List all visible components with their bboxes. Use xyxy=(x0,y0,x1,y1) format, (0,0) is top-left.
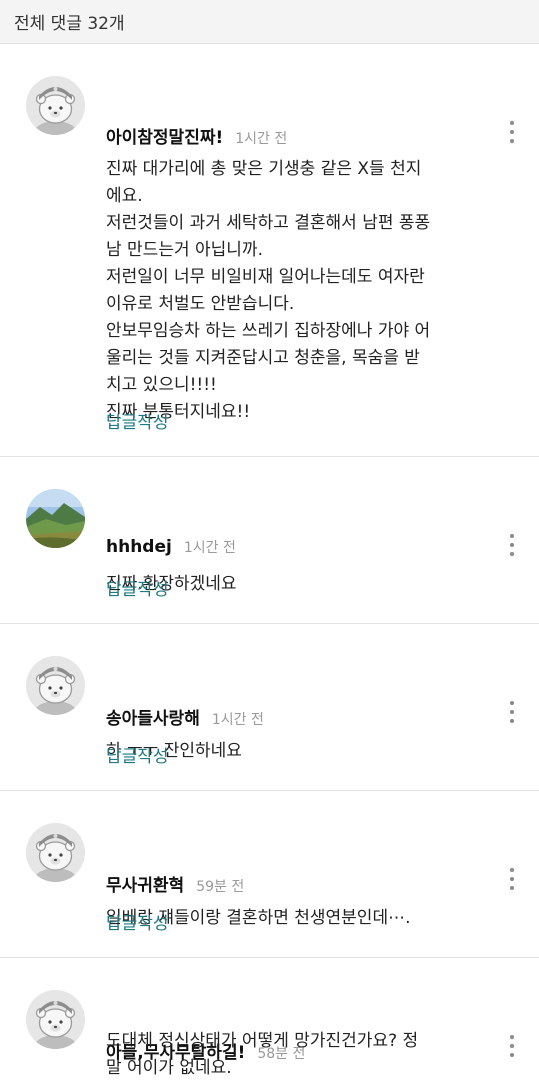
bear-soldier-avatar[interactable] xyxy=(26,656,85,715)
comment-line: 에요. xyxy=(106,186,143,206)
comment-item: hhhdej 1시간 전 진짜.환장하겠네요 답글작성 xyxy=(0,456,539,623)
more-options-icon[interactable] xyxy=(507,701,517,723)
comment-meta: 송아들사랑해 1시간 전 xyxy=(106,704,264,729)
comment-line: 남 만드는거 아닙니까. xyxy=(106,240,263,260)
comment-meta: 무사귀환혁 59분 전 xyxy=(106,871,244,896)
bear-soldier-avatar[interactable] xyxy=(26,76,85,135)
comment-item: 아들,무사무탈하길! 58분 전 도대체 정신상태가 어떻게 망가진건가요? 정… xyxy=(0,957,539,1088)
more-options-icon[interactable] xyxy=(507,1035,517,1057)
landscape-photo-avatar[interactable] xyxy=(26,489,85,548)
more-options-icon[interactable] xyxy=(507,868,517,890)
reply-button[interactable]: 답글작성 xyxy=(106,909,169,934)
bear-soldier-avatar[interactable] xyxy=(26,990,85,1049)
comment-body: 도대체 정신상태가 어떻게 망가진건가요? 정말 어이가 없네요. xyxy=(106,1028,506,1082)
comment-time: 1시간 전 xyxy=(235,131,288,147)
bear-soldier-avatar[interactable] xyxy=(26,823,85,882)
comment-line: 저런일이 너무 비일비재 일어나는데도 여자란 xyxy=(106,267,425,287)
comment-line: 저런것들이 과거 세탁하고 결혼해서 남편 퐁퐁 xyxy=(106,213,431,233)
comment-item: 무사귀환혁 59분 전 일베랑 쟤들이랑 결혼하면 천생연분인데⋯. 답글작성 xyxy=(0,790,539,957)
comment-line: 진짜 대가리에 총 맞은 기생충 같은 X들 천지 xyxy=(106,159,422,179)
comment-time: 59분 전 xyxy=(196,879,245,895)
comment-author[interactable]: 무사귀환혁 xyxy=(106,871,184,896)
comment-line: 울리는 것들 지켜준답시고 청춘을, 목숨을 받 xyxy=(106,348,420,368)
more-options-icon[interactable] xyxy=(507,121,517,143)
more-options-icon[interactable] xyxy=(507,534,517,556)
comment-item: 아이참정말진짜! 1시간 전 진짜 대가리에 총 맞은 기생충 같은 X들 천지… xyxy=(0,44,539,456)
comment-item: 송아들사랑해 1시간 전 하 ㅜㅜ 잔인하네요 답글작성 xyxy=(0,623,539,790)
comment-line: 도대체 정신상태가 어떻게 망가진건가요? 정 xyxy=(106,1031,419,1051)
comment-body: 진짜 대가리에 총 맞은 기생충 같은 X들 천지에요. 저런것들이 과거 세탁하… xyxy=(106,156,506,426)
comment-meta: 아이참정말진짜! 1시간 전 xyxy=(106,123,287,148)
reply-button[interactable]: 답글작성 xyxy=(106,408,169,433)
reply-button[interactable]: 답글작성 xyxy=(106,575,169,600)
comment-author[interactable]: 아이참정말진짜! xyxy=(106,123,223,148)
comment-time: 1시간 전 xyxy=(183,540,236,556)
comment-line: 치고 있으니!!!! xyxy=(106,375,217,395)
comments-header: 전체 댓글 32개 xyxy=(0,0,539,44)
comment-author[interactable]: hhhdej xyxy=(106,537,172,557)
comment-meta: hhhdej 1시간 전 xyxy=(106,537,236,557)
comment-line: 안보무임승차 하는 쓰레기 집하장에나 가야 어 xyxy=(106,321,431,341)
comment-time: 1시간 전 xyxy=(211,712,264,728)
comment-author[interactable]: 송아들사랑해 xyxy=(106,704,200,729)
comment-count-title: 전체 댓글 32개 xyxy=(14,14,125,34)
comment-line: 이유로 처벌도 안받습니다. xyxy=(106,294,295,314)
reply-button[interactable]: 답글작성 xyxy=(106,742,169,767)
